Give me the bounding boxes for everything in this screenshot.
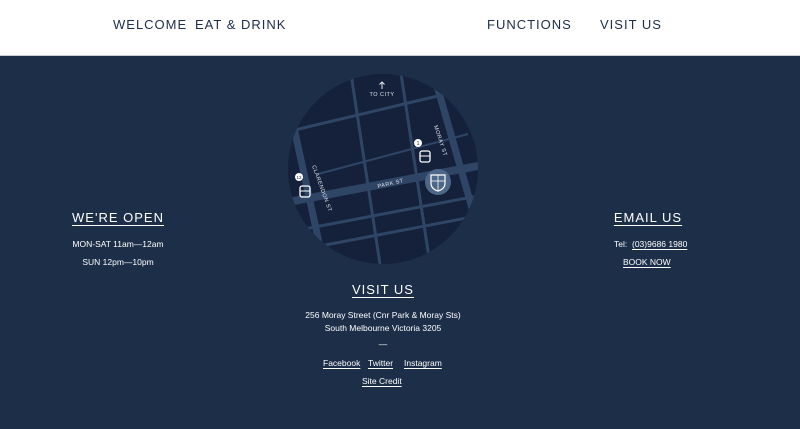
email-us-link[interactable]: EMAIL US	[598, 210, 698, 225]
twitter-link[interactable]: Twitter	[368, 358, 393, 368]
facebook-link[interactable]: Facebook	[323, 358, 360, 368]
phone-link[interactable]: (03)9686 1980	[632, 239, 687, 249]
address-line-1: 256 Moray Street (Cnr Park & Moray Sts)	[305, 310, 461, 320]
tram-stop-1-number: 1	[417, 141, 420, 147]
location-map[interactable]: TO CITY MORAY ST CLARENDON ST PARK ST 1 …	[288, 74, 478, 264]
nav-eat-drink[interactable]: EAT & DRINK	[195, 17, 286, 32]
tram-stop-12-number: 12	[296, 175, 302, 180]
opening-hours-title: WE'RE OPEN	[72, 210, 164, 225]
book-now-link[interactable]: BOOK NOW	[623, 257, 671, 267]
divider-dash: —	[378, 339, 388, 349]
nav-functions[interactable]: FUNCTIONS	[487, 17, 572, 32]
nav-welcome[interactable]: WELCOME	[113, 17, 187, 32]
nav-visit-us[interactable]: VISIT US	[600, 17, 662, 32]
visit-us-title: VISIT US	[352, 282, 414, 297]
address-line-2: South Melbourne Victoria 3205	[324, 323, 442, 333]
opening-hours-weekdays: MON-SAT 11am—12am	[72, 239, 164, 249]
tel-label: Tel:	[614, 239, 628, 249]
opening-hours-sunday: SUN 12pm—10pm	[82, 257, 154, 267]
top-nav-bar: WELCOME EAT & DRINK FUNCTIONS VISIT US	[0, 0, 800, 56]
to-city-label: TO CITY	[369, 92, 394, 98]
site-credit-link[interactable]: Site Credit	[362, 376, 402, 386]
instagram-link[interactable]: Instagram	[404, 358, 442, 368]
